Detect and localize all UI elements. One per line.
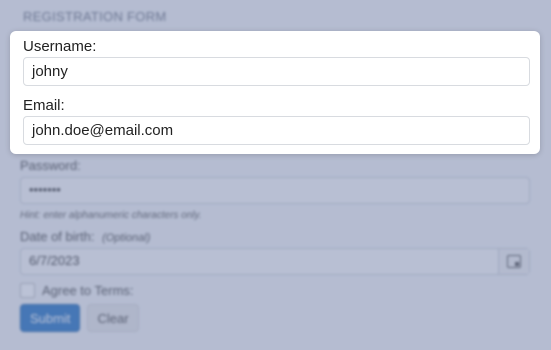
email-label: Email: [23, 97, 65, 114]
focus-highlight-card: Username: johny Email: john.doe@email.co… [10, 31, 540, 154]
email-field[interactable]: john.doe@email.com [23, 116, 530, 145]
username-label: Username: [23, 38, 97, 55]
username-field[interactable]: johny [23, 57, 530, 86]
